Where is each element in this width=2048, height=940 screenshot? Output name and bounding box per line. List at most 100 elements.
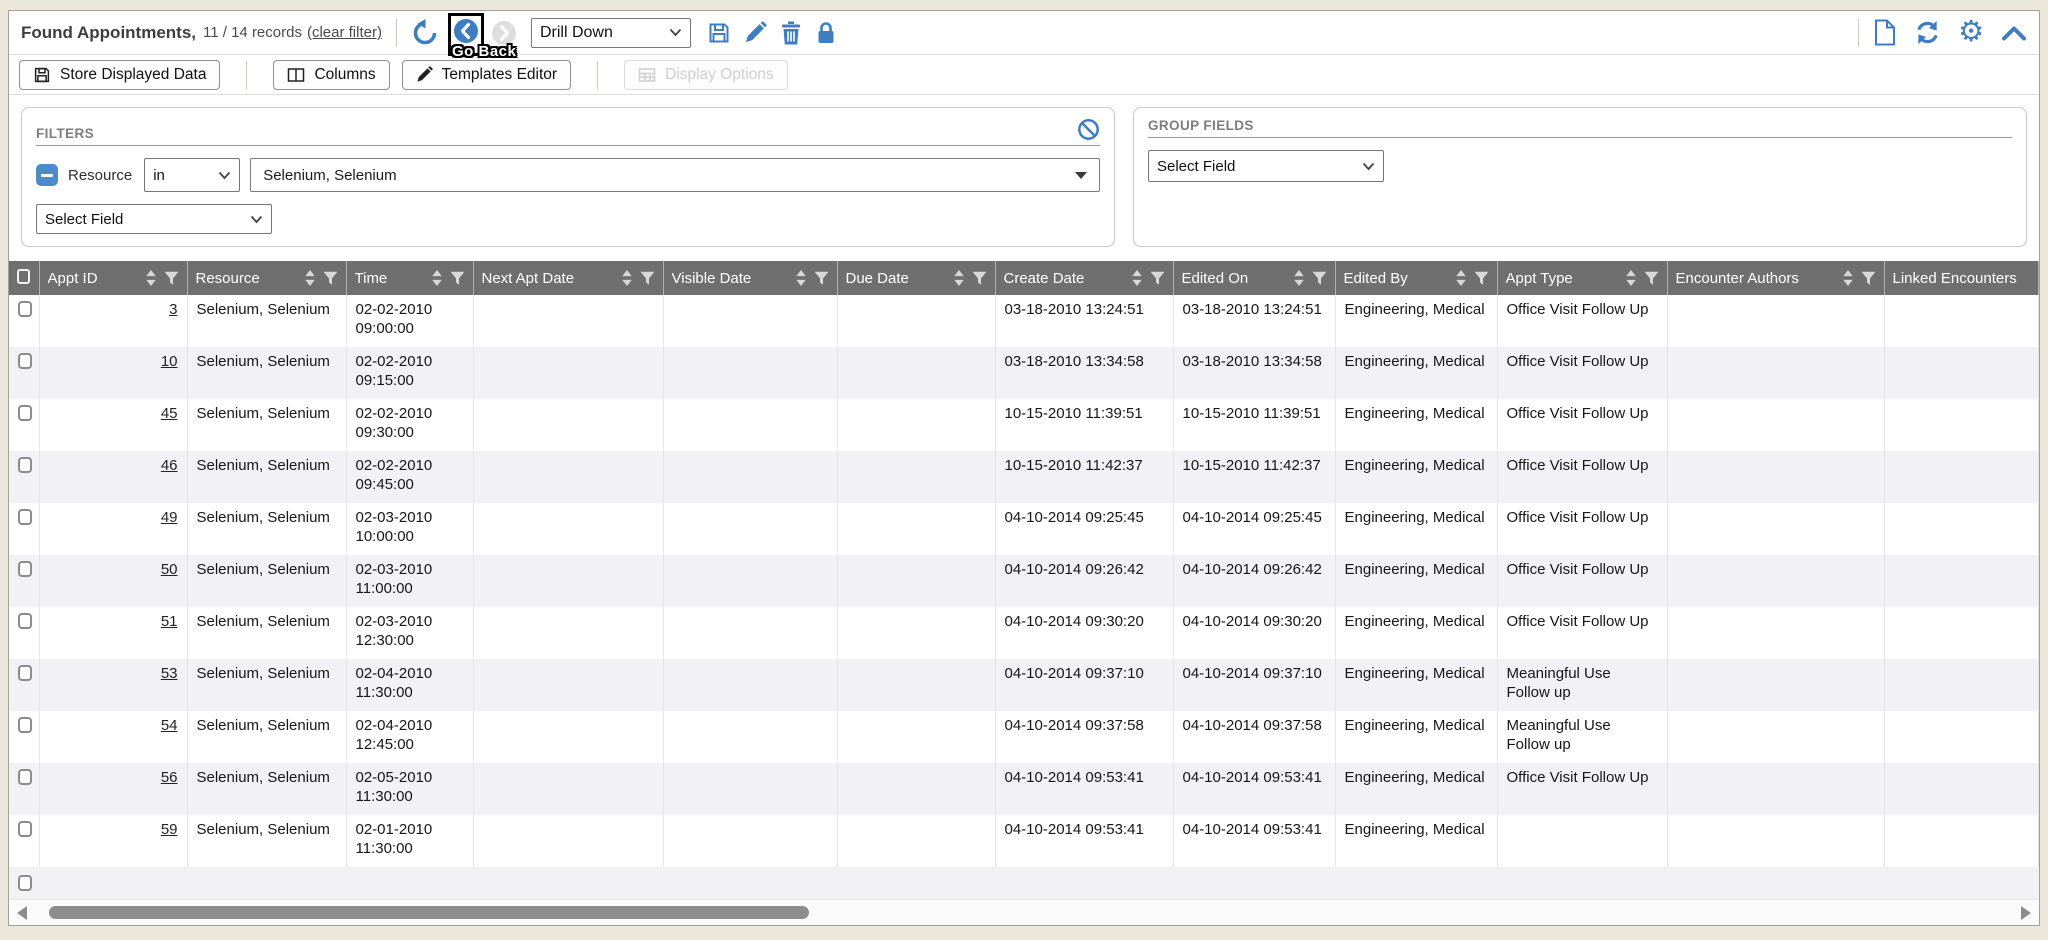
filter-funnel-icon[interactable] (1644, 271, 1659, 286)
cell-create-date: 10-15-2010 11:39:51 (995, 399, 1173, 451)
sort-icon[interactable] (1294, 270, 1304, 286)
appt-id-link[interactable]: 3 (169, 301, 177, 318)
filter-value-combo[interactable]: Selenium, Selenium (250, 158, 1100, 192)
appt-id-link[interactable]: 59 (161, 821, 178, 838)
edit-icon[interactable] (744, 21, 767, 44)
cell-linked-encounters (1884, 555, 2039, 607)
sort-icon[interactable] (954, 270, 964, 286)
appt-id-link[interactable]: 53 (161, 665, 178, 682)
cell-create-date: 04-10-2014 09:53:41 (995, 815, 1173, 867)
cell-resource: Selenium, Selenium (187, 659, 346, 711)
sort-icon[interactable] (1132, 270, 1142, 286)
column-header[interactable]: Next Apt Date (473, 261, 663, 295)
appt-id-link[interactable]: 45 (161, 405, 178, 422)
column-header[interactable]: Time (346, 261, 473, 295)
save-icon[interactable] (707, 21, 731, 45)
sort-icon[interactable] (1843, 270, 1853, 286)
scroll-left-arrow[interactable] (17, 906, 27, 920)
appt-id-link[interactable]: 50 (161, 561, 178, 578)
column-header[interactable]: Encounter Authors (1667, 261, 1884, 295)
new-document-icon[interactable] (1873, 19, 1897, 46)
column-header[interactable]: Linked Encounters (1884, 261, 2039, 295)
row-select-cell (9, 815, 39, 867)
group-field-select[interactable]: Select Field (1148, 150, 1384, 182)
scrollbar-thumb[interactable] (49, 906, 809, 919)
column-label: Time (355, 270, 425, 287)
filter-funnel-icon[interactable] (972, 271, 987, 286)
drilldown-select[interactable]: Drill Down (531, 18, 691, 48)
sort-icon[interactable] (1626, 270, 1636, 286)
appt-id-link[interactable]: 49 (161, 509, 178, 526)
sort-icon[interactable] (432, 270, 442, 286)
collapse-icon[interactable] (2001, 24, 2027, 42)
row-checkbox[interactable] (18, 509, 32, 525)
filter-funnel-icon[interactable] (640, 271, 655, 286)
store-displayed-data-button[interactable]: Store Displayed Data (19, 60, 220, 90)
scroll-right-arrow[interactable] (2021, 906, 2031, 920)
delete-icon[interactable] (780, 21, 802, 45)
templates-editor-button[interactable]: Templates Editor (402, 60, 571, 90)
gear-icon[interactable]: ⚙ (1958, 18, 1984, 47)
table-header-row: Appt ID Resource Time Next Apt Date (9, 261, 2039, 295)
clear-filter-link[interactable]: (clear filter) (307, 24, 382, 41)
column-header[interactable]: Create Date (995, 261, 1173, 295)
row-checkbox[interactable] (18, 665, 32, 681)
appt-id-link[interactable]: 46 (161, 457, 178, 474)
go-forward-icon[interactable] (491, 20, 517, 46)
remove-filter-button[interactable] (36, 164, 58, 186)
row-checkbox[interactable] (18, 717, 32, 733)
appt-id-link[interactable]: 10 (161, 353, 178, 370)
filter-funnel-icon[interactable] (1474, 271, 1489, 286)
row-select-cell (9, 607, 39, 659)
lock-icon[interactable] (815, 21, 837, 45)
column-label: Linked Encounters (1893, 270, 2031, 287)
sort-icon[interactable] (305, 270, 315, 286)
column-header[interactable]: Edited By (1335, 261, 1497, 295)
row-select-cell (9, 659, 39, 711)
filter-funnel-icon[interactable] (814, 271, 829, 286)
row-checkbox[interactable] (18, 457, 32, 473)
horizontal-scrollbar[interactable] (9, 899, 2039, 925)
column-label: Visible Date (672, 270, 789, 287)
columns-button[interactable]: Columns (273, 60, 389, 90)
filter-funnel-icon[interactable] (450, 271, 465, 286)
appt-id-link[interactable]: 54 (161, 717, 178, 734)
cell-resource: Selenium, Selenium (187, 815, 346, 867)
refresh-icon[interactable] (1914, 19, 1941, 46)
sort-icon[interactable] (796, 270, 806, 286)
column-header[interactable]: Appt Type (1497, 261, 1667, 295)
appt-id-link[interactable]: 51 (161, 613, 178, 630)
go-back-icon[interactable] (453, 18, 479, 44)
filter-operator-select[interactable]: in (144, 158, 240, 192)
cell-visible-date (663, 399, 837, 451)
filter-funnel-icon[interactable] (1861, 271, 1876, 286)
select-all-checkbox[interactable] (17, 269, 30, 284)
column-header[interactable]: Visible Date (663, 261, 837, 295)
add-filter-field-select[interactable]: Select Field (36, 204, 272, 234)
filter-funnel-icon[interactable] (1150, 271, 1165, 286)
row-checkbox[interactable] (18, 405, 32, 421)
row-checkbox[interactable] (18, 301, 32, 317)
filter-funnel-icon[interactable] (164, 271, 179, 286)
cell-due-date (837, 399, 995, 451)
row-checkbox[interactable] (18, 821, 32, 837)
row-checkbox[interactable] (18, 561, 32, 577)
sort-icon[interactable] (146, 270, 156, 286)
sort-icon[interactable] (1456, 270, 1466, 286)
undo-icon[interactable] (411, 19, 439, 47)
row-checkbox[interactable] (18, 613, 32, 629)
column-header[interactable]: Edited On (1173, 261, 1335, 295)
cell-appt-type: Office Visit Follow Up (1497, 451, 1667, 503)
appt-id-link[interactable]: 56 (161, 769, 178, 786)
row-checkbox[interactable] (18, 353, 32, 369)
disable-filters-icon[interactable] (1077, 118, 1100, 141)
row-checkbox[interactable] (18, 769, 32, 785)
column-header[interactable]: Appt ID (39, 261, 187, 295)
column-header[interactable]: Due Date (837, 261, 995, 295)
filter-funnel-icon[interactable] (323, 271, 338, 286)
cell-visible-date (663, 711, 837, 763)
filter-funnel-icon[interactable] (1312, 271, 1327, 286)
column-header[interactable]: Resource (187, 261, 346, 295)
sort-icon[interactable] (622, 270, 632, 286)
row-checkbox[interactable] (18, 875, 32, 891)
